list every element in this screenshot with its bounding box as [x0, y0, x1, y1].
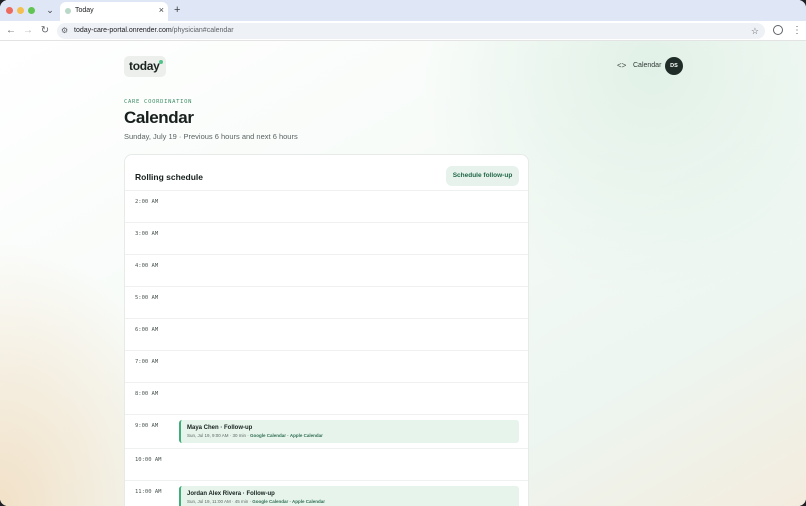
profile-icon[interactable]	[773, 25, 783, 35]
hour-row[interactable]: 3:00 AM	[125, 223, 528, 255]
page-title: Calendar	[124, 108, 194, 127]
hour-label: 10:00 AM	[135, 457, 162, 463]
appointment-event[interactable]: Jordan Alex Rivera · Follow-up Sun, Jul 1…	[179, 486, 519, 506]
section-eyebrow: CARE COORDINATION	[124, 99, 193, 105]
event-meta: Sun, Jul 19, 11:00 AM · 45 min · Google …	[187, 499, 325, 505]
back-arrow-icon[interactable]: ←	[5, 24, 17, 38]
hour-label: 4:00 AM	[135, 263, 159, 269]
bookmark-star-icon[interactable]: ☆	[751, 25, 759, 37]
favicon-icon	[65, 8, 71, 14]
today-logo[interactable]: today	[124, 56, 166, 77]
event-time-duration: Sun, Jul 19, 9:00 AM · 30 min ·	[187, 433, 251, 438]
event-time-duration: Sun, Jul 19, 11:00 AM · 45 min ·	[187, 499, 253, 504]
schedule-follow-up-button[interactable]: Schedule follow-up	[446, 166, 519, 186]
hour-label: 3:00 AM	[135, 231, 159, 237]
hour-row[interactable]: 8:00 AM	[125, 383, 528, 415]
hour-row[interactable]: 7:00 AM	[125, 351, 528, 383]
event-title: Maya Chen · Follow-up	[187, 425, 253, 431]
browser-window: ⌄ Today × + ← → ↻ ⚙ today-care-portal.on…	[0, 0, 806, 506]
kebab-menu-icon[interactable]: ⋮	[792, 24, 802, 38]
hour-label: 5:00 AM	[135, 295, 159, 301]
event-calendar-links[interactable]: Google Calendar · Apple Calendar	[252, 499, 325, 504]
avatar[interactable]: DS	[665, 57, 683, 75]
hour-row[interactable]: 10:00 AM	[125, 449, 528, 481]
url-text[interactable]: today-care-portal.onrender.com/physician…	[74, 26, 234, 36]
hour-row[interactable]: 9:00 AM Maya Chen · Follow-up Sun, Jul 19,…	[125, 415, 528, 449]
page-subtitle: Sunday, July 19 · Previous 6 hours and n…	[124, 132, 298, 141]
hour-row[interactable]: 6:00 AM	[125, 319, 528, 351]
hour-row[interactable]: 2:00 AM	[125, 191, 528, 223]
card-title: Rolling schedule	[135, 172, 204, 182]
tab-search-chevron-icon[interactable]: ⌄	[45, 4, 55, 16]
tab-strip: ⌄ Today × +	[0, 0, 806, 21]
site-settings-icon[interactable]: ⚙	[61, 25, 68, 37]
forward-arrow-icon[interactable]: →	[22, 24, 34, 38]
maximize-window-button[interactable]	[28, 7, 35, 14]
event-title: Jordan Alex Rivera · Follow-up	[187, 491, 275, 497]
hour-label: 2:00 AM	[135, 199, 159, 205]
rolling-schedule-card: Rolling schedule Schedule follow-up 2:00…	[124, 154, 529, 506]
tab-today[interactable]: Today ×	[60, 2, 168, 21]
calendar-nav-link[interactable]: Calendar	[633, 61, 661, 71]
new-tab-button[interactable]: +	[174, 3, 180, 17]
event-meta: Sun, Jul 19, 9:00 AM · 30 min · Google C…	[187, 433, 323, 439]
tab-title: Today	[75, 7, 94, 14]
hour-row[interactable]: 5:00 AM	[125, 287, 528, 319]
reload-icon[interactable]: ↻	[39, 24, 51, 38]
hour-label: 8:00 AM	[135, 391, 159, 397]
timeline: 2:00 AM 3:00 AM 4:00 AM 5:00 AM 6:00 AM 7:00 …	[125, 191, 528, 506]
hour-label: 6:00 AM	[135, 327, 159, 333]
hour-label: 7:00 AM	[135, 359, 159, 365]
logo-text: today	[129, 59, 160, 73]
minimize-window-button[interactable]	[17, 7, 24, 14]
page-content: today <> Calendar DS CARE COORDINATION C…	[0, 41, 806, 506]
code-brackets-icon[interactable]: <>	[617, 60, 626, 71]
close-window-button[interactable]	[6, 7, 13, 14]
event-calendar-links[interactable]: Google Calendar · Apple Calendar	[250, 433, 323, 438]
appointment-event[interactable]: Maya Chen · Follow-up Sun, Jul 19, 9:00 A…	[179, 420, 519, 443]
address-bar[interactable]: ⚙ today-care-portal.onrender.com/physici…	[57, 23, 765, 39]
hour-row[interactable]: 4:00 AM	[125, 255, 528, 287]
logo-dot-icon	[159, 60, 163, 64]
hour-row[interactable]: 11:00 AM Jordan Alex Rivera · Follow-up Su…	[125, 481, 528, 506]
hour-label: 9:00 AM	[135, 423, 159, 429]
tab-close-icon[interactable]: ×	[159, 5, 164, 15]
hour-label: 11:00 AM	[135, 489, 162, 495]
browser-toolbar: ← → ↻ ⚙ today-care-portal.onrender.com/p…	[0, 21, 806, 41]
